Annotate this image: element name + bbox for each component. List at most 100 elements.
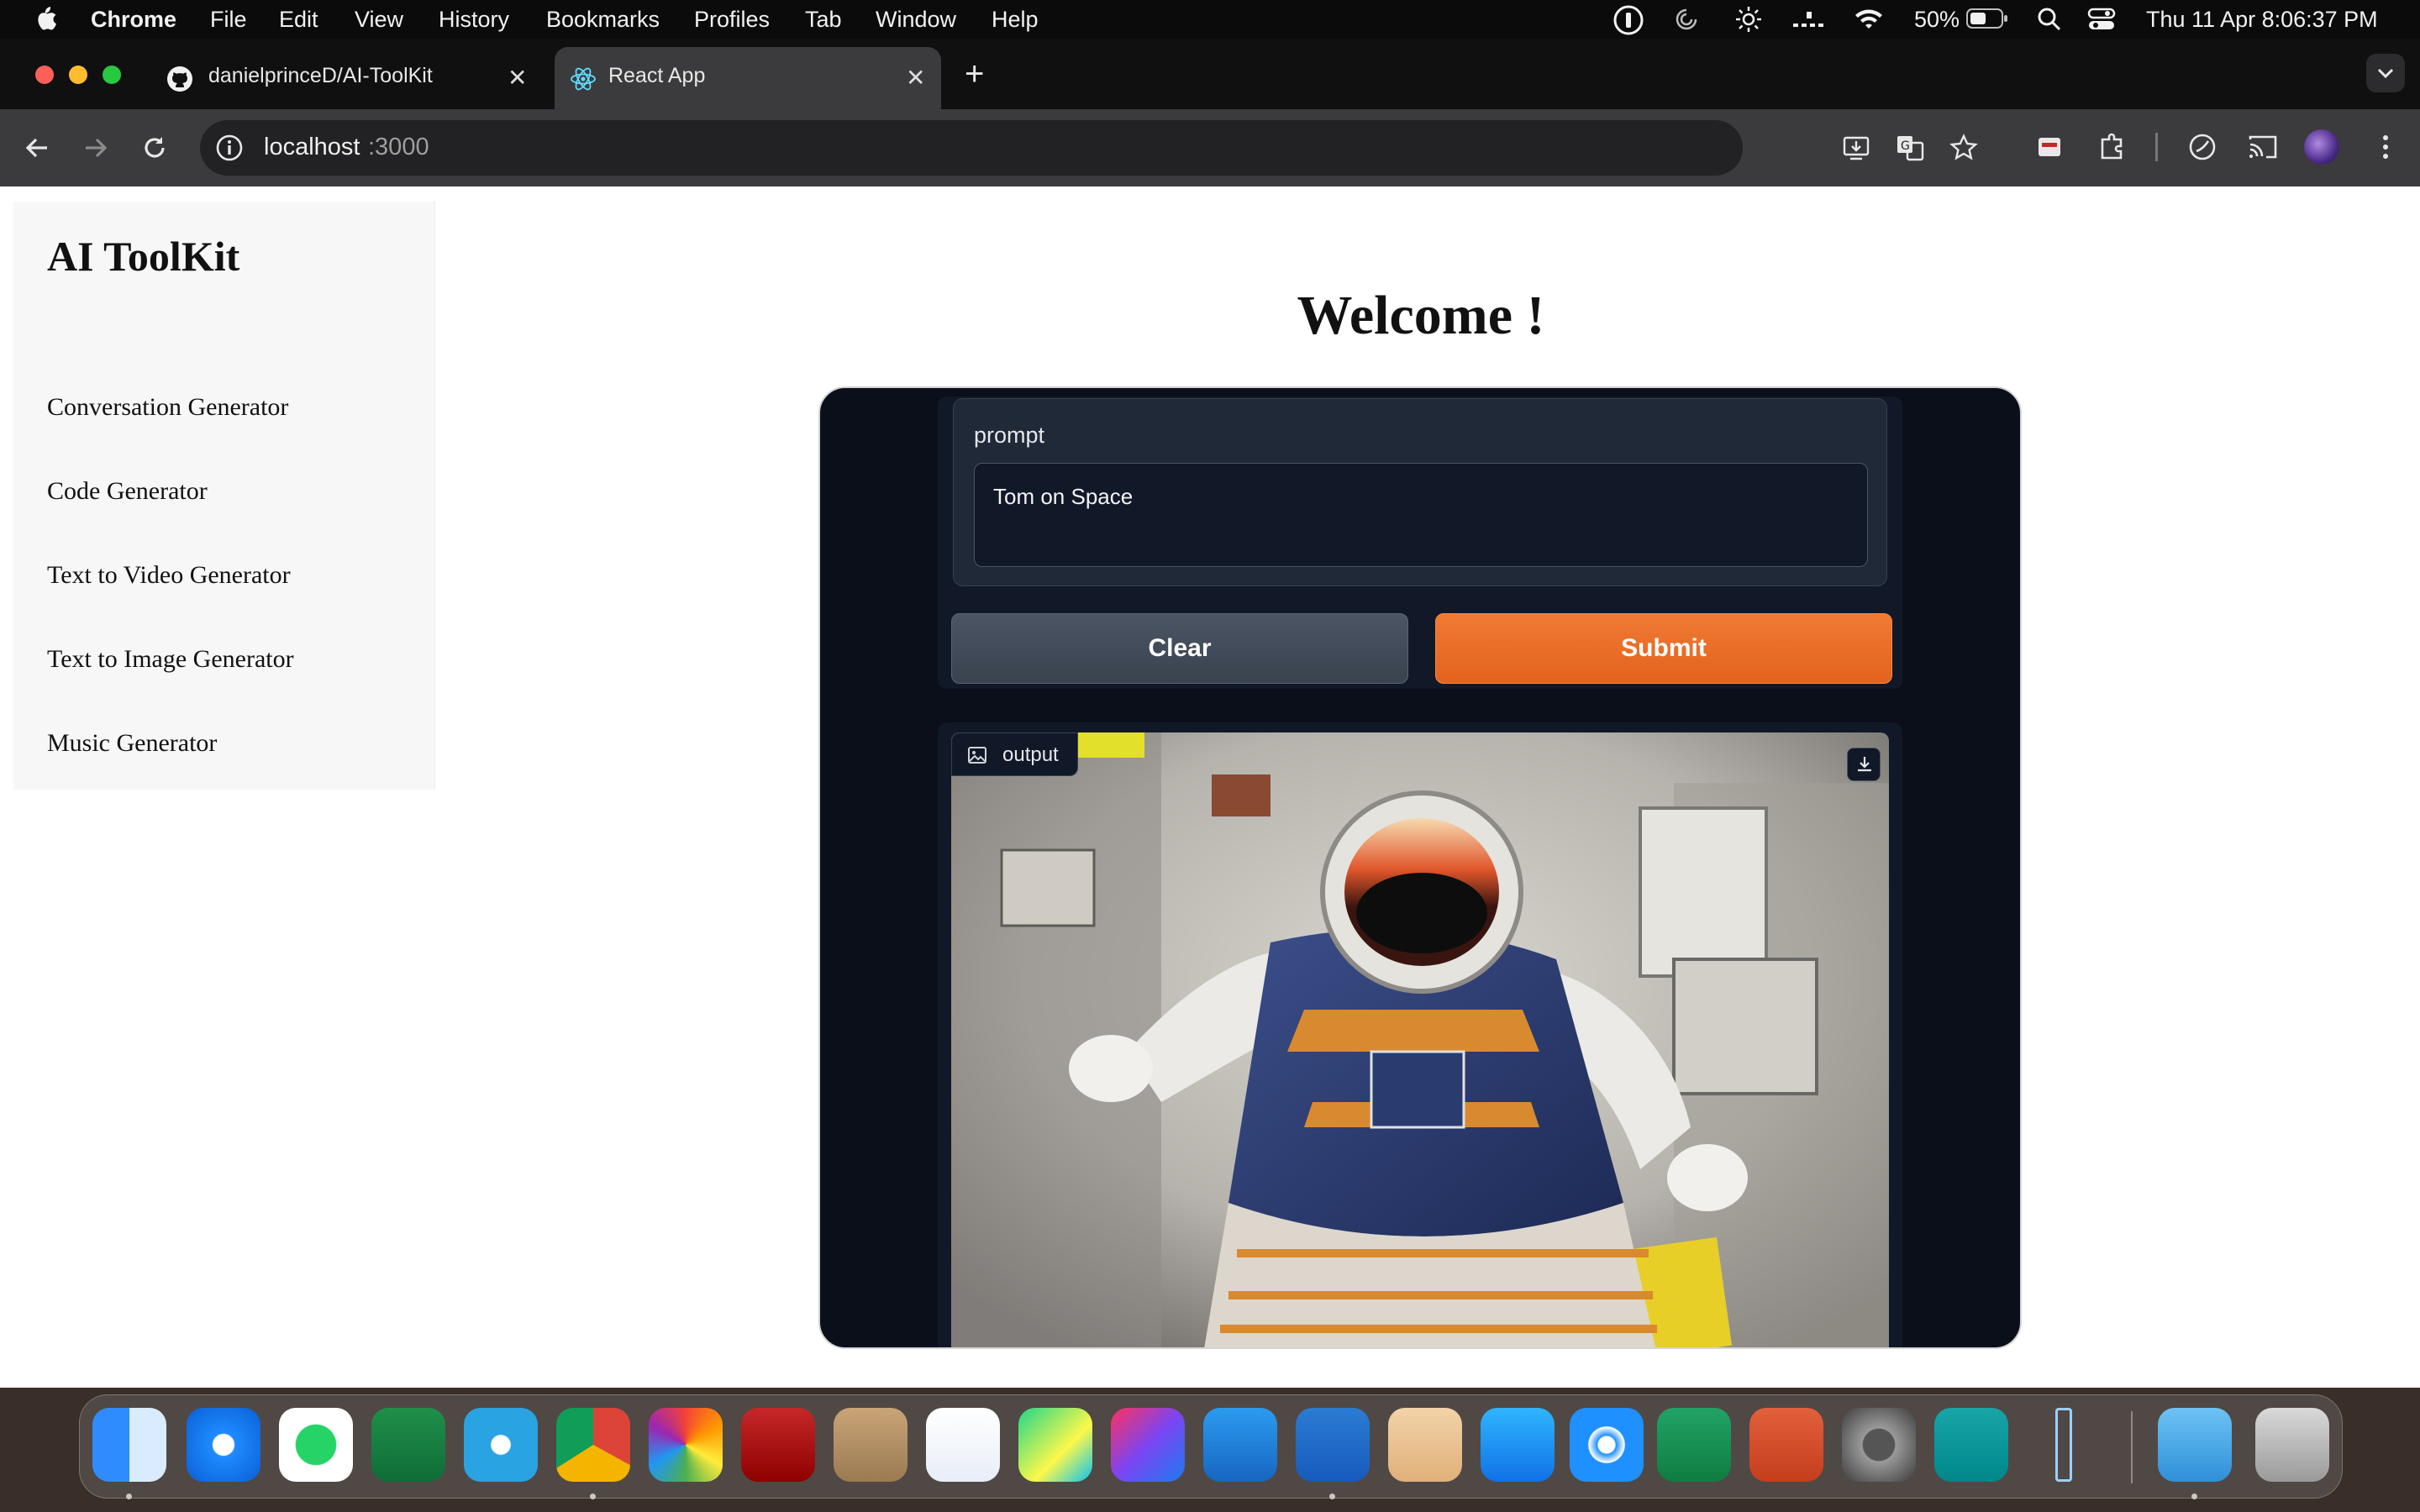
dock-finder-icon[interactable]	[92, 1408, 166, 1482]
nav-code-generator[interactable]: Code Generator	[47, 477, 208, 506]
toolbar-divider	[2155, 133, 2158, 161]
dock-contacts-icon[interactable]	[834, 1408, 908, 1482]
dock-archive-utility-icon[interactable]	[1388, 1408, 1462, 1482]
nav-text-to-video-generator[interactable]: Text to Video Generator	[47, 561, 291, 590]
translate-icon[interactable]: G	[1896, 134, 1924, 162]
generated-image	[951, 732, 1889, 1347]
nav-conversation-generator[interactable]: Conversation Generator	[47, 393, 288, 422]
dock-microsoft-powerpoint-icon[interactable]	[1749, 1408, 1823, 1482]
running-indicator	[590, 1494, 596, 1499]
menu-clock[interactable]: Thu 11 Apr 8:06:37 PM	[2146, 7, 2378, 33]
download-button[interactable]	[1847, 748, 1881, 781]
profile-avatar[interactable]	[2304, 129, 2339, 165]
menu-file[interactable]: File	[210, 7, 247, 33]
app-brand: AI ToolKit	[47, 233, 240, 280]
site-info-icon[interactable]	[215, 134, 244, 162]
tab-github[interactable]: danielprinceD/AI-ToolKit ✕	[151, 47, 550, 109]
url-host: localhost	[264, 134, 360, 160]
dock-divider	[2131, 1411, 2133, 1483]
dock-pycharm-icon[interactable]	[1018, 1408, 1092, 1482]
password-manager-icon[interactable]	[1613, 5, 1644, 35]
running-indicator	[1329, 1494, 1335, 1499]
dock-airdrop-icon[interactable]	[1570, 1408, 1644, 1482]
clear-button[interactable]: Clear	[951, 613, 1408, 684]
brightness-icon[interactable]	[1734, 5, 1763, 34]
tab-react-title: React App	[608, 64, 706, 87]
address-bar[interactable]: localhost :3000 G	[200, 120, 1978, 176]
tab-close-icon[interactable]: ✕	[906, 64, 925, 92]
prompt-field: prompt Tom on Space	[953, 398, 1887, 586]
download-icon	[1854, 754, 1875, 774]
svg-text:G: G	[1901, 139, 1910, 153]
url-port: :3000	[368, 134, 429, 160]
extension-icon[interactable]	[2035, 133, 2064, 161]
apple-logo-icon[interactable]	[34, 5, 57, 32]
output-label-tab: output	[951, 732, 1078, 776]
dock-telegram-icon[interactable]	[464, 1408, 538, 1482]
dock-microsoft-word-icon[interactable]	[1296, 1408, 1370, 1482]
dock-google-classroom-icon[interactable]	[371, 1408, 445, 1482]
forward-arrow-icon[interactable]	[81, 133, 111, 163]
install-app-icon[interactable]	[1842, 134, 1870, 162]
bookmark-star-icon[interactable]	[1949, 134, 1978, 162]
menu-history[interactable]: History	[439, 7, 509, 33]
github-icon	[166, 66, 193, 92]
tab-close-icon[interactable]: ✕	[508, 64, 527, 92]
submit-button[interactable]: Submit	[1435, 613, 1892, 684]
more-options-icon[interactable]	[2370, 131, 2402, 163]
spotlight-search-icon[interactable]	[2037, 7, 2062, 32]
prompt-label: prompt	[974, 423, 1045, 448]
reload-icon[interactable]	[139, 133, 170, 163]
dock-visual-studio-code-icon[interactable]	[1203, 1408, 1277, 1482]
nav-text-to-image-generator[interactable]: Text to Image Generator	[47, 645, 294, 674]
tab-search-button[interactable]	[2366, 54, 2405, 92]
control-center-icon[interactable]	[2087, 7, 2116, 32]
running-indicator	[2191, 1494, 2197, 1499]
dock-photos-icon[interactable]	[649, 1408, 723, 1482]
cast-icon[interactable]	[2247, 131, 2279, 163]
dock-safari-icon[interactable]	[187, 1408, 260, 1482]
image-icon	[967, 745, 987, 765]
performance-icon[interactable]	[2186, 131, 2218, 163]
dock-chrome-icon[interactable]	[556, 1408, 630, 1482]
dock-intellij-idea-icon[interactable]	[1111, 1408, 1185, 1482]
menu-bookmarks[interactable]: Bookmarks	[546, 7, 660, 33]
battery-icon[interactable]	[1966, 8, 2008, 29]
dock-microsoft-excel-icon[interactable]	[1657, 1408, 1731, 1482]
tab-react-app[interactable]: React App ✕	[555, 47, 941, 109]
menu-edit[interactable]: Edit	[279, 7, 318, 33]
close-window-button[interactable]	[35, 66, 54, 84]
minimize-window-button[interactable]	[69, 66, 87, 84]
wifi-icon[interactable]	[1854, 7, 1884, 32]
menu-profiles[interactable]: Profiles	[694, 7, 770, 33]
dock-trash-icon[interactable]	[2255, 1408, 2329, 1482]
zoom-window-button[interactable]	[103, 66, 121, 84]
menu-view[interactable]: View	[355, 7, 403, 33]
running-indicator	[126, 1494, 132, 1499]
new-tab-plus-icon[interactable]: +	[965, 57, 984, 91]
dock-instruments-icon[interactable]	[926, 1408, 1000, 1482]
back-arrow-icon[interactable]	[22, 133, 52, 163]
dock-audio-meter-icon[interactable]	[2055, 1408, 2072, 1482]
dock-system-settings-icon[interactable]	[1842, 1408, 1916, 1482]
output-label: output	[1002, 743, 1059, 766]
menu-help[interactable]: Help	[992, 7, 1039, 33]
swirl-status-icon[interactable]	[1674, 7, 1699, 32]
dock-downloads-icon[interactable]	[2158, 1408, 2232, 1482]
gradio-app-frame: prompt Tom on Space Clear Submit output	[818, 386, 2022, 1349]
menu-app-name[interactable]: Chrome	[91, 7, 176, 33]
nav-music-generator[interactable]: Music Generator	[47, 729, 217, 758]
dock-app-store-icon[interactable]	[1481, 1408, 1555, 1482]
prompt-textarea[interactable]: Tom on Space	[974, 463, 1868, 567]
menu-tab[interactable]: Tab	[805, 7, 842, 33]
dock-whatsapp-icon[interactable]	[279, 1408, 353, 1482]
display-arrangement-icon[interactable]	[1791, 8, 1827, 30]
extensions-puzzle-icon[interactable]	[2096, 131, 2128, 163]
page-heading: Welcome !	[1297, 285, 1545, 346]
dock-photo-booth-icon[interactable]	[741, 1408, 815, 1482]
tab-strip: danielprinceD/AI-ToolKit ✕ React App ✕ +	[0, 39, 2420, 109]
menu-window[interactable]: Window	[876, 7, 956, 33]
web-page: AI ToolKit Conversation Generator Code G…	[0, 186, 2420, 1388]
dock-arduino-icon[interactable]	[1934, 1408, 2008, 1482]
battery-percent: 50%	[1914, 7, 1960, 32]
